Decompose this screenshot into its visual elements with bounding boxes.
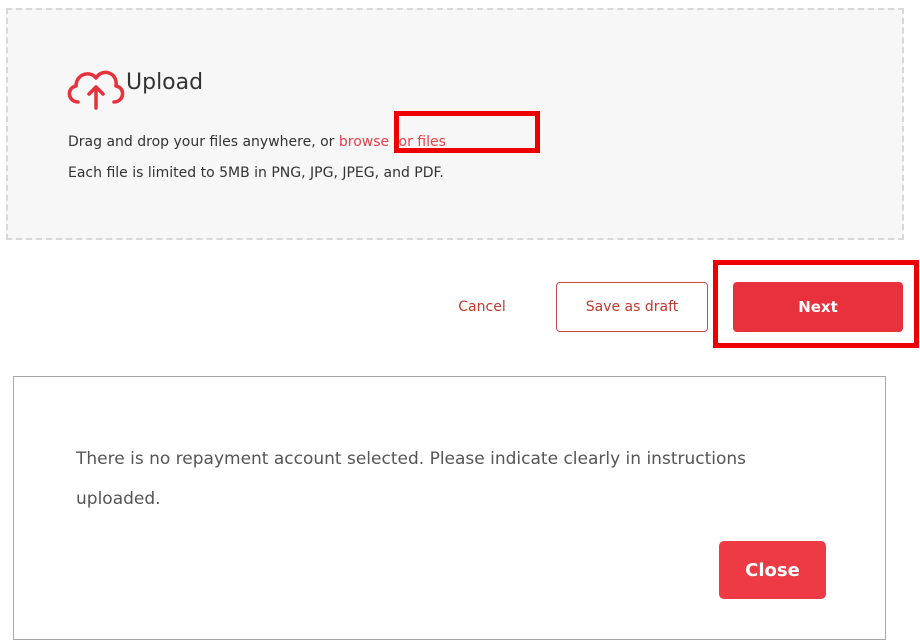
dialog-message: There is no repayment account selected. … [76, 449, 747, 509]
close-button[interactable]: Close [719, 541, 826, 599]
upload-dropzone[interactable]: Upload Drag and drop your files anywhere… [6, 8, 904, 240]
alert-dialog: There is no repayment account selected. … [13, 376, 886, 640]
upload-title: Upload [126, 70, 204, 95]
drag-drop-text: Drag and drop your files anywhere, or [68, 134, 339, 150]
cancel-button[interactable]: Cancel [440, 282, 524, 332]
page: Upload Drag and drop your files anywhere… [0, 0, 920, 643]
drag-drop-instructions: Drag and drop your files anywhere, or br… [68, 134, 446, 150]
browse-files-link[interactable]: browse for files [339, 134, 446, 150]
file-limit-text: Each file is limited to 5MB in PNG, JPG,… [68, 165, 444, 181]
save-as-draft-button[interactable]: Save as draft [556, 282, 708, 332]
next-button[interactable]: Next [733, 282, 903, 332]
cloud-upload-icon [67, 70, 125, 110]
